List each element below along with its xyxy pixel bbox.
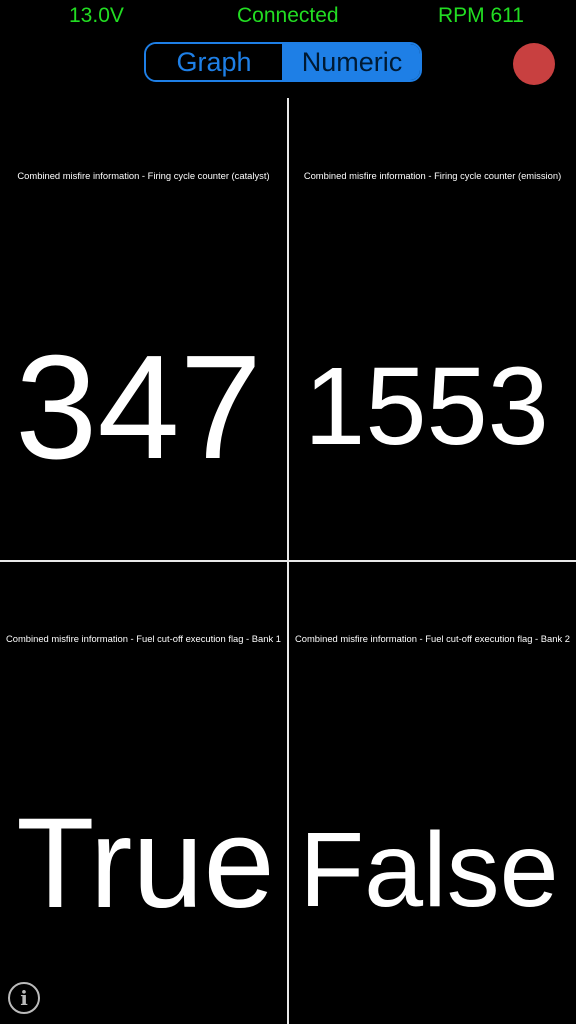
numeric-tab-label: Numeric	[301, 46, 403, 77]
voltage-readout: 13.0V	[69, 4, 124, 27]
record-button[interactable]	[513, 43, 555, 85]
gauge-label: Combined misfire information - Firing cy…	[17, 170, 270, 181]
numeric-dashboard-screen: 13.0V Connected RPM 611 Graph Numeric Co…	[0, 0, 576, 1024]
gauge-label: Combined misfire information - Firing cy…	[303, 170, 562, 181]
gauge-value: 347	[15, 325, 262, 490]
gauge-cell-emission-counter[interactable]: Combined misfire information - Firing cy…	[289, 98, 576, 560]
numeric-tab[interactable]: Numeric	[284, 44, 420, 80]
gauge-label: Combined misfire information - Fuel cut-…	[295, 633, 570, 644]
graph-tab[interactable]: Graph	[146, 44, 284, 80]
rpm-readout: RPM 611	[438, 4, 524, 27]
info-icon[interactable]: i	[8, 982, 40, 1014]
gauge-cell-catalyst-counter[interactable]: Combined misfire information - Firing cy…	[0, 98, 287, 560]
info-glyph: i	[20, 986, 28, 1010]
gauge-cell-fuel-cutoff-bank1[interactable]: Combined misfire information - Fuel cut-…	[0, 562, 287, 1024]
graph-tab-label: Graph	[176, 46, 252, 77]
gauge-cell-fuel-cutoff-bank2[interactable]: Combined misfire information - Fuel cut-…	[289, 562, 576, 1024]
gauge-label: Combined misfire information - Fuel cut-…	[6, 633, 281, 644]
gauge-value: 1553	[304, 345, 549, 468]
gauge-value: True	[16, 792, 275, 935]
view-toggle: Graph Numeric	[144, 42, 422, 82]
connection-status: Connected	[237, 4, 339, 27]
gauge-value: False	[299, 811, 559, 929]
